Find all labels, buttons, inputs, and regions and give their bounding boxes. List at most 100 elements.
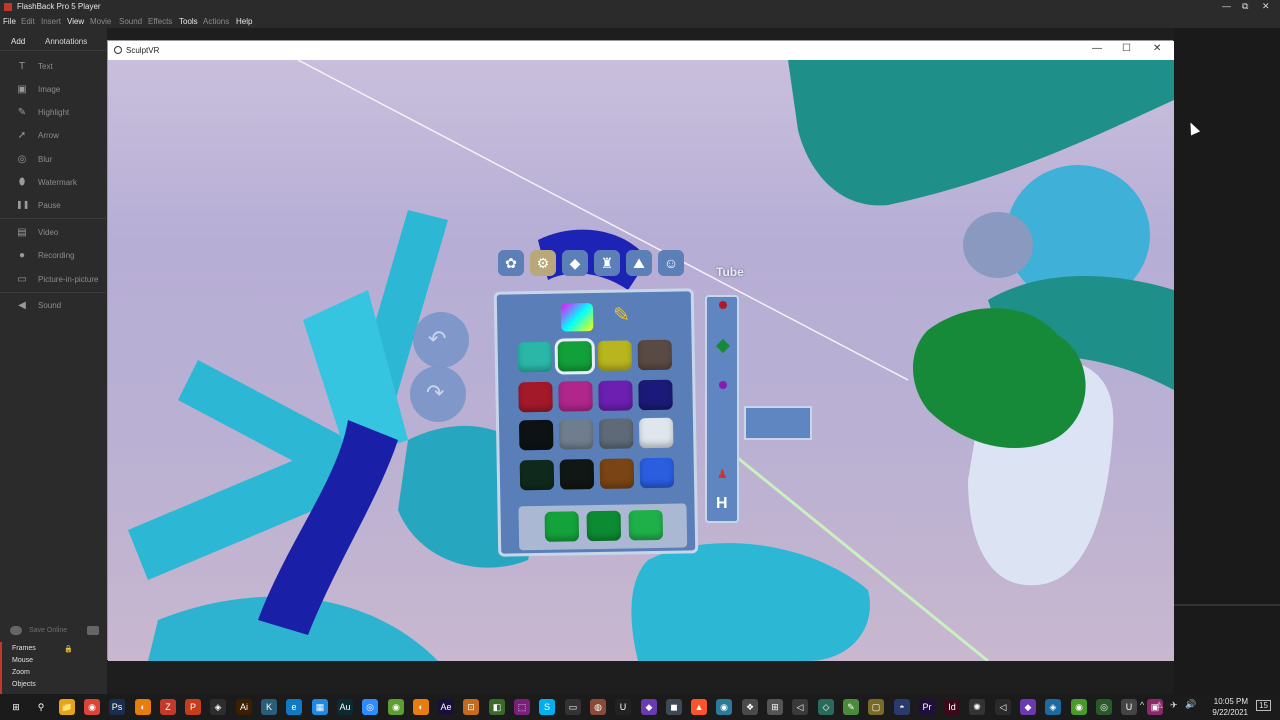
small-brush-icon[interactable] [719, 381, 727, 389]
sculptvr-maximize-button[interactable]: ☐ [1122, 43, 1131, 54]
add-recording-item[interactable]: ● Recording [8, 248, 106, 264]
add-sound-item[interactable]: ◀ Sound [8, 298, 106, 314]
minimize-button[interactable]: — [1222, 1, 1231, 11]
spectrum-picker[interactable] [560, 303, 594, 332]
app-icon-13[interactable]: ✎ [843, 699, 859, 715]
visual-studio-icon[interactable]: ◆ [641, 699, 657, 715]
edge-icon[interactable]: e [286, 699, 302, 715]
app-icon-14[interactable]: ▢ [868, 699, 884, 715]
app-icon-6[interactable]: ▭ [565, 699, 581, 715]
app-icon-3[interactable]: ⊡ [463, 699, 479, 715]
chrome-icon[interactable]: ◉ [84, 699, 100, 715]
color-swatch[interactable] [637, 339, 673, 371]
color-swatch[interactable] [638, 379, 673, 411]
color-swatch[interactable] [558, 381, 593, 412]
recent-color-swatch[interactable] [544, 511, 580, 542]
app-icon-18[interactable]: ◈ [1045, 699, 1061, 715]
app-icon-19[interactable]: ◉ [1071, 699, 1087, 715]
add-image-item[interactable]: ▣ Image [8, 82, 106, 98]
taskbar-clock[interactable]: 10:05 PM 9/22/2021 [1198, 696, 1248, 718]
color-swatch[interactable] [554, 338, 596, 375]
menu-effects[interactable]: Effects [148, 17, 172, 26]
tray-volume-icon[interactable]: 🔊 [1185, 699, 1196, 710]
tray-chevron-icon[interactable]: ^ [1140, 700, 1144, 710]
people-icon[interactable]: ☺ [658, 250, 684, 276]
menu-file[interactable]: File [3, 17, 16, 26]
color-swatch[interactable] [517, 341, 553, 373]
menu-view[interactable]: View [67, 17, 84, 26]
store-icon[interactable]: ▦ [312, 699, 328, 715]
notification-center-button[interactable]: 15 [1256, 700, 1271, 711]
tab-annotations[interactable]: Annotations [45, 37, 87, 46]
app-icon-5[interactable]: ⬚ [514, 699, 530, 715]
color-swatch[interactable] [597, 340, 633, 371]
add-pip-item[interactable]: ▭ Picture-in-picture [8, 272, 106, 288]
skype-icon[interactable]: S [539, 699, 555, 715]
filezilla-icon[interactable]: Z [160, 699, 176, 715]
color-swatch[interactable] [518, 381, 553, 413]
menu-edit[interactable]: Edit [21, 17, 35, 26]
app-icon-9[interactable]: ❖ [742, 699, 758, 715]
diamond-icon[interactable]: ◆ [562, 250, 588, 276]
app-icon-4[interactable]: ◧ [489, 699, 505, 715]
powerpoint-icon[interactable]: P [185, 699, 201, 715]
sculptvr-minimize-button[interactable]: — [1092, 43, 1102, 54]
settings-icon[interactable]: ⚙ [530, 250, 556, 276]
app-icon-17[interactable]: ◁ [995, 699, 1011, 715]
recent-color-swatch[interactable] [586, 510, 622, 542]
unreal-icon[interactable]: U [615, 699, 631, 715]
app-icon-15[interactable]: ◓ [894, 699, 910, 715]
recent-color-swatch[interactable] [628, 509, 664, 541]
menu-sound[interactable]: Sound [119, 17, 142, 26]
figure-icon[interactable]: ♟ [717, 467, 728, 481]
obs-icon[interactable]: ◍ [590, 699, 606, 715]
vr-viewport[interactable]: ↶ ↷ ✿ ⚙ ◆ ♜ ⛰ ☺ Tube ✎ ♟ H [108, 60, 1174, 661]
color-swatch[interactable] [559, 459, 595, 490]
app-icon-2[interactable]: ◉ [388, 699, 404, 715]
app-icon-11[interactable]: ◁ [792, 699, 808, 715]
add-arrow-item[interactable]: ➚ Arrow [8, 128, 106, 144]
eyedropper-icon[interactable]: ✎ [613, 302, 630, 327]
menu-help[interactable]: Help [236, 17, 252, 26]
list-item-frames[interactable]: Frames [12, 645, 36, 652]
tray-airplane-icon[interactable]: ✈ [1170, 700, 1178, 711]
after-effects-icon[interactable]: Ae [438, 699, 454, 715]
app-icon-8[interactable]: ◉ [716, 699, 732, 715]
illustrator-icon[interactable]: Ai [236, 699, 252, 715]
add-watermark-item[interactable]: ⬮ Watermark [8, 175, 106, 191]
list-item-zoom[interactable]: Zoom [12, 669, 30, 676]
add-pause-item[interactable]: ❚❚ Pause [8, 198, 106, 214]
app-icon-7[interactable]: ◼ [666, 699, 682, 715]
color-swatch[interactable] [598, 418, 634, 449]
list-item-objects[interactable]: Objects [12, 681, 36, 688]
zoom-icon[interactable]: ◎ [362, 699, 378, 715]
indesign-icon[interactable]: Id [944, 699, 960, 715]
photoshop-icon[interactable]: Ps [109, 699, 125, 715]
save-online-button[interactable]: Save Online [29, 627, 67, 634]
lock-icon[interactable]: 🔒 [64, 645, 73, 653]
app-icon-10[interactable]: ⊞ [767, 699, 783, 715]
add-video-item[interactable]: ▤ Video [8, 225, 106, 241]
app-icon-12[interactable]: ◇ [818, 699, 834, 715]
sphere-brush-icon[interactable] [719, 301, 727, 309]
tab-add[interactable]: Add [11, 37, 25, 46]
color-swatch[interactable] [598, 380, 633, 411]
add-highlight-item[interactable]: ✎ Highlight [8, 105, 106, 121]
blender-icon-2[interactable]: ◐ [413, 699, 429, 715]
app-icon-20[interactable]: ◎ [1096, 699, 1112, 715]
color-swatch[interactable] [518, 419, 554, 451]
youtube-icon[interactable] [87, 626, 99, 635]
menu-tools[interactable]: Tools [179, 17, 198, 26]
add-text-item[interactable]: T Text [8, 59, 106, 75]
color-swatch[interactable] [519, 459, 555, 491]
cube-brush-icon[interactable] [715, 338, 731, 354]
visual-studio-icon-2[interactable]: ◆ [1020, 699, 1036, 715]
app-icon-1[interactable]: ◈ [210, 699, 226, 715]
landscape-icon[interactable]: ⛰ [626, 250, 652, 276]
app-icon-16[interactable]: ✺ [969, 699, 985, 715]
file-explorer-icon[interactable]: 📁 [59, 699, 75, 715]
stamp-icon[interactable]: ♜ [594, 250, 620, 276]
unreal-icon-2[interactable]: U [1121, 699, 1137, 715]
menu-actions[interactable]: Actions [203, 17, 229, 26]
menu-movie[interactable]: Movie [90, 17, 111, 26]
